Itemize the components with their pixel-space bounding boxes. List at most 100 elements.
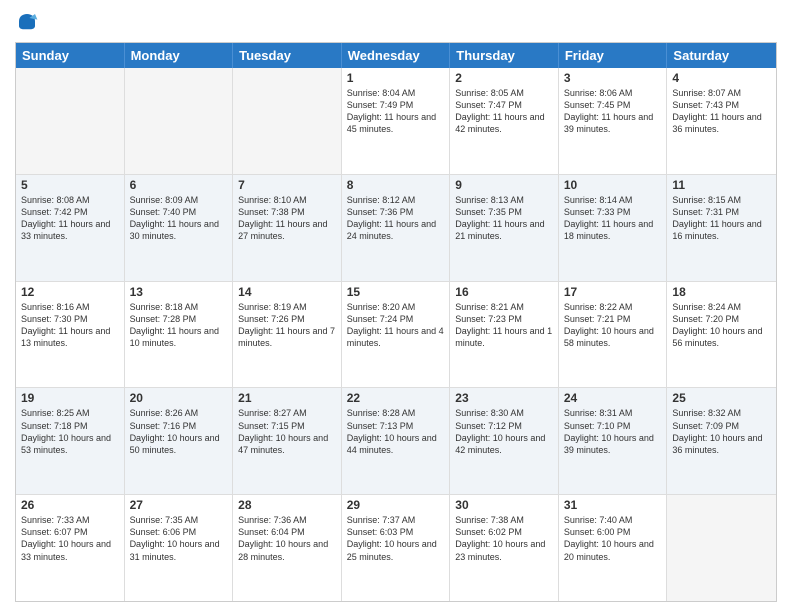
cell-info: Sunrise: 8:28 AMSunset: 7:13 PMDaylight:… (347, 407, 445, 456)
cell-info: Sunrise: 8:18 AMSunset: 7:28 PMDaylight:… (130, 301, 228, 350)
day-cell-4: 4Sunrise: 8:07 AMSunset: 7:43 PMDaylight… (667, 68, 776, 174)
cell-info: Sunrise: 7:35 AMSunset: 6:06 PMDaylight:… (130, 514, 228, 563)
cell-info: Sunrise: 8:04 AMSunset: 7:49 PMDaylight:… (347, 87, 445, 136)
logo (15, 10, 43, 34)
cell-info: Sunrise: 8:08 AMSunset: 7:42 PMDaylight:… (21, 194, 119, 243)
calendar-row-2: 12 Sunrise: 8:16 AMSunset: 7:30 PMDayligh… (16, 282, 776, 389)
cell-info: Sunrise: 8:30 AMSunset: 7:12 PMDaylight:… (455, 407, 553, 456)
calendar-row-4: 26 Sunrise: 7:33 AMSunset: 6:07 PMDayligh… (16, 495, 776, 601)
day-cell-18: 18Sunrise: 8:24 AMSunset: 7:20 PMDayligh… (667, 282, 776, 388)
day-cell-25: 25 Sunrise: 8:32 AMSunset: 7:09 PMDayligh… (667, 388, 776, 494)
cell-info: Sunrise: 7:38 AMSunset: 6:02 PMDaylight:… (455, 514, 553, 563)
day-cell-23: 23 Sunrise: 8:30 AMSunset: 7:12 PMDayligh… (450, 388, 559, 494)
header-day-monday: Monday (125, 43, 234, 68)
header-day-thursday: Thursday (450, 43, 559, 68)
day-cell-2: 2Sunrise: 8:05 AMSunset: 7:47 PMDaylight… (450, 68, 559, 174)
day-cell-10: 10 Sunrise: 8:14 AMSunset: 7:33 PMDayligh… (559, 175, 668, 281)
cell-info: Sunrise: 8:15 AMSunset: 7:31 PMDaylight:… (672, 194, 771, 243)
cell-info: Sunrise: 8:12 AMSunset: 7:36 PMDaylight:… (347, 194, 445, 243)
day-number: 26 (21, 498, 119, 512)
day-cell-20: 20 Sunrise: 8:26 AMSunset: 7:16 PMDayligh… (125, 388, 234, 494)
header-day-wednesday: Wednesday (342, 43, 451, 68)
day-number: 27 (130, 498, 228, 512)
day-cell-11: 11 Sunrise: 8:15 AMSunset: 7:31 PMDayligh… (667, 175, 776, 281)
day-number: 5 (21, 178, 119, 192)
app-container: SundayMondayTuesdayWednesdayThursdayFrid… (0, 0, 792, 612)
day-cell-7: 7 Sunrise: 8:10 AMSunset: 7:38 PMDaylight… (233, 175, 342, 281)
day-number: 12 (21, 285, 119, 299)
cell-info: Sunrise: 8:10 AMSunset: 7:38 PMDaylight:… (238, 194, 336, 243)
day-number: 30 (455, 498, 553, 512)
header-day-saturday: Saturday (667, 43, 776, 68)
day-cell-19: 19Sunrise: 8:25 AMSunset: 7:18 PMDayligh… (16, 388, 125, 494)
day-number: 22 (347, 391, 445, 405)
calendar-row-0: 1 Sunrise: 8:04 AMSunset: 7:49 PMDaylight… (16, 68, 776, 175)
cell-info: Sunrise: 8:26 AMSunset: 7:16 PMDaylight:… (130, 407, 228, 456)
day-number: 19 (21, 391, 119, 405)
day-number: 10 (564, 178, 662, 192)
calendar-body: 1 Sunrise: 8:04 AMSunset: 7:49 PMDaylight… (16, 68, 776, 601)
day-number: 17 (564, 285, 662, 299)
day-cell-12: 12 Sunrise: 8:16 AMSunset: 7:30 PMDayligh… (16, 282, 125, 388)
day-number: 7 (238, 178, 336, 192)
day-cell-28: 28Sunrise: 7:36 AMSunset: 6:04 PMDayligh… (233, 495, 342, 601)
header-day-friday: Friday (559, 43, 668, 68)
day-number: 24 (564, 391, 662, 405)
day-cell-13: 13 Sunrise: 8:18 AMSunset: 7:28 PMDayligh… (125, 282, 234, 388)
day-number: 29 (347, 498, 445, 512)
calendar-row-1: 5 Sunrise: 8:08 AMSunset: 7:42 PMDaylight… (16, 175, 776, 282)
day-number: 16 (455, 285, 553, 299)
day-cell-8: 8 Sunrise: 8:12 AMSunset: 7:36 PMDaylight… (342, 175, 451, 281)
header-day-tuesday: Tuesday (233, 43, 342, 68)
day-number: 9 (455, 178, 553, 192)
calendar-row-3: 19Sunrise: 8:25 AMSunset: 7:18 PMDayligh… (16, 388, 776, 495)
cell-info: Sunrise: 8:32 AMSunset: 7:09 PMDaylight:… (672, 407, 771, 456)
day-cell-27: 27 Sunrise: 7:35 AMSunset: 6:06 PMDayligh… (125, 495, 234, 601)
header-day-sunday: Sunday (16, 43, 125, 68)
empty-cell (125, 68, 234, 174)
day-number: 15 (347, 285, 445, 299)
cell-info: Sunrise: 8:14 AMSunset: 7:33 PMDaylight:… (564, 194, 662, 243)
cell-info: Sunrise: 8:21 AMSunset: 7:23 PMDaylight:… (455, 301, 553, 350)
day-number: 14 (238, 285, 336, 299)
day-cell-9: 9 Sunrise: 8:13 AMSunset: 7:35 PMDaylight… (450, 175, 559, 281)
day-number: 11 (672, 178, 771, 192)
calendar: SundayMondayTuesdayWednesdayThursdayFrid… (15, 42, 777, 602)
day-cell-30: 30 Sunrise: 7:38 AMSunset: 6:02 PMDayligh… (450, 495, 559, 601)
cell-info: Sunrise: 8:20 AMSunset: 7:24 PMDaylight:… (347, 301, 445, 350)
day-number: 23 (455, 391, 553, 405)
cell-info: Sunrise: 7:33 AMSunset: 6:07 PMDaylight:… (21, 514, 119, 563)
day-cell-17: 17 Sunrise: 8:22 AMSunset: 7:21 PMDayligh… (559, 282, 668, 388)
day-number: 21 (238, 391, 336, 405)
day-cell-24: 24Sunrise: 8:31 AMSunset: 7:10 PMDayligh… (559, 388, 668, 494)
day-cell-16: 16 Sunrise: 8:21 AMSunset: 7:23 PMDayligh… (450, 282, 559, 388)
cell-info: Sunrise: 8:22 AMSunset: 7:21 PMDaylight:… (564, 301, 662, 350)
cell-info: Sunrise: 8:05 AMSunset: 7:47 PMDaylight:… (455, 87, 553, 136)
day-number: 6 (130, 178, 228, 192)
header (15, 10, 777, 34)
day-number: 3 (564, 71, 662, 85)
day-number: 4 (672, 71, 771, 85)
cell-info: Sunrise: 7:40 AMSunset: 6:00 PMDaylight:… (564, 514, 662, 563)
empty-cell (667, 495, 776, 601)
day-cell-6: 6 Sunrise: 8:09 AMSunset: 7:40 PMDaylight… (125, 175, 234, 281)
day-number: 31 (564, 498, 662, 512)
day-number: 25 (672, 391, 771, 405)
day-number: 13 (130, 285, 228, 299)
day-cell-5: 5 Sunrise: 8:08 AMSunset: 7:42 PMDaylight… (16, 175, 125, 281)
cell-info: Sunrise: 8:19 AMSunset: 7:26 PMDaylight:… (238, 301, 336, 350)
day-number: 8 (347, 178, 445, 192)
day-number: 1 (347, 71, 445, 85)
calendar-header: SundayMondayTuesdayWednesdayThursdayFrid… (16, 43, 776, 68)
cell-info: Sunrise: 8:13 AMSunset: 7:35 PMDaylight:… (455, 194, 553, 243)
day-cell-1: 1 Sunrise: 8:04 AMSunset: 7:49 PMDaylight… (342, 68, 451, 174)
day-cell-29: 29Sunrise: 7:37 AMSunset: 6:03 PMDayligh… (342, 495, 451, 601)
cell-info: Sunrise: 8:09 AMSunset: 7:40 PMDaylight:… (130, 194, 228, 243)
empty-cell (233, 68, 342, 174)
cell-info: Sunrise: 8:16 AMSunset: 7:30 PMDaylight:… (21, 301, 119, 350)
empty-cell (16, 68, 125, 174)
day-number: 18 (672, 285, 771, 299)
day-cell-26: 26 Sunrise: 7:33 AMSunset: 6:07 PMDayligh… (16, 495, 125, 601)
day-number: 20 (130, 391, 228, 405)
day-number: 28 (238, 498, 336, 512)
